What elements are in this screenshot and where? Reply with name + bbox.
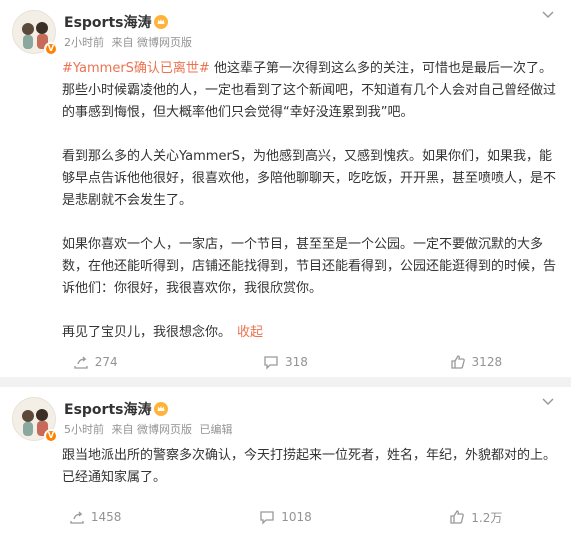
post-paragraph: 如果你喜欢一个人，一家店，一个节目，甚至至是一个公园。一定不要做沉默的大多数，在… [62,237,557,296]
comment-button[interactable]: 1018 [190,497,380,537]
like-count: 1.2万 [471,510,503,525]
comment-icon [264,356,278,370]
post-paragraph: 看到那么多的人关心YammerS，为他感到高兴，又感到愧疚。如果你们，如果我，能… [62,149,557,208]
topic-link[interactable]: #YammerS确认已离世# [62,61,210,76]
weibo-feed: V Esports海涛 2小时前 来自 微博网页版 #YammerS确认已离世#… [0,0,571,539]
chevron-down-icon[interactable] [541,10,555,20]
comment-count: 318 [285,355,308,369]
post-time[interactable]: 2小时前 [64,36,104,49]
post-meta: 5小时前 来自 微博网页版 已编辑 [64,421,237,437]
chevron-down-icon[interactable] [541,397,555,407]
like-button[interactable]: 3128 [381,342,571,382]
share-icon [74,356,88,369]
share-button[interactable]: 274 [0,342,190,382]
share-count: 274 [94,355,118,369]
post-paragraph: 再见了宝贝儿，我很想念你。 收起 [62,325,264,340]
post-source: 来自 微博网页版 [111,423,193,436]
share-button[interactable]: 1458 [0,497,190,537]
comment-count: 1018 [281,510,312,524]
share-count: 1458 [90,510,122,524]
action-bar: 1458 1018 1.2万 [0,497,571,537]
author-name[interactable]: Esports海涛 [64,399,151,419]
weibo-post: V Esports海涛 2小时前 来自 微博网页版 #YammerS确认已离世#… [0,0,571,377]
post-meta: 2小时前 来自 微博网页版 [64,34,196,50]
post-paragraph: 跟当地派出所的警察多次确认，今天打捞起来一位死者，姓名，年纪，外貌都对的上。已经… [62,448,557,485]
like-icon [450,355,465,369]
crown-icon [154,402,169,416]
post-text: #YammerS确认已离世# 他这辈子第一次得到这么多的关注，可惜也是最后一次了… [62,58,559,344]
author-line: Esports海涛 [64,12,169,32]
share-icon [70,511,84,524]
action-bar: 274 318 3128 [0,342,571,382]
crown-icon [154,15,169,29]
v-badge-icon: V [44,42,58,56]
post-time[interactable]: 5小时前 [64,423,104,436]
author-line: Esports海涛 [64,399,169,419]
post-source: 来自 微博网页版 [111,36,193,49]
weibo-post: V Esports海涛 5小时前 来自 微博网页版 已编辑 跟当地派出所的警察多… [0,387,571,539]
post-text: 跟当地派出所的警察多次确认，今天打捞起来一位死者，姓名，年纪，外貌都对的上。已经… [62,445,559,489]
avatar[interactable]: V [12,397,58,443]
comment-icon [260,511,274,525]
like-button[interactable]: 1.2万 [381,497,571,537]
avatar[interactable]: V [12,10,58,56]
edited-label[interactable]: 已编辑 [200,423,233,436]
collapse-link[interactable]: 收起 [237,325,263,340]
like-icon [450,510,465,524]
v-badge-icon: V [44,429,58,443]
post-paragraph: #YammerS确认已离世# 他这辈子第一次得到这么多的关注，可惜也是最后一次了… [62,61,557,120]
author-name[interactable]: Esports海涛 [64,12,151,32]
like-count: 3128 [471,355,503,369]
comment-button[interactable]: 318 [190,342,380,382]
